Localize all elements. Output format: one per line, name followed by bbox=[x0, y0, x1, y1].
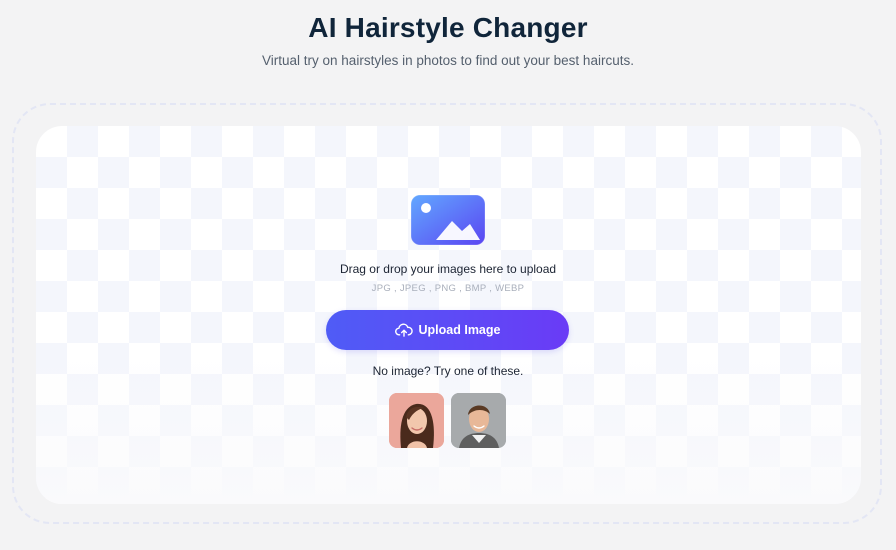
upload-image-button[interactable]: Upload Image bbox=[326, 310, 569, 350]
drag-drop-hint: Drag or drop your images here to upload bbox=[339, 262, 557, 276]
page-subtitle: Virtual try on hairstyles in photos to f… bbox=[262, 53, 634, 68]
cloud-upload-icon bbox=[394, 323, 413, 337]
sample-man[interactable] bbox=[451, 393, 506, 448]
sample-woman[interactable] bbox=[389, 393, 444, 448]
sample-man-image bbox=[451, 393, 506, 448]
page-title: AI Hairstyle Changer bbox=[308, 12, 588, 43]
upload-button-label: Upload Image bbox=[418, 323, 501, 337]
sample-woman-image bbox=[389, 393, 444, 448]
image-icon bbox=[410, 194, 486, 246]
sample-prompt: No image? Try one of these. bbox=[372, 364, 524, 378]
supported-formats: JPG , JPEG , PNG , BMP , WEBP bbox=[371, 283, 525, 294]
